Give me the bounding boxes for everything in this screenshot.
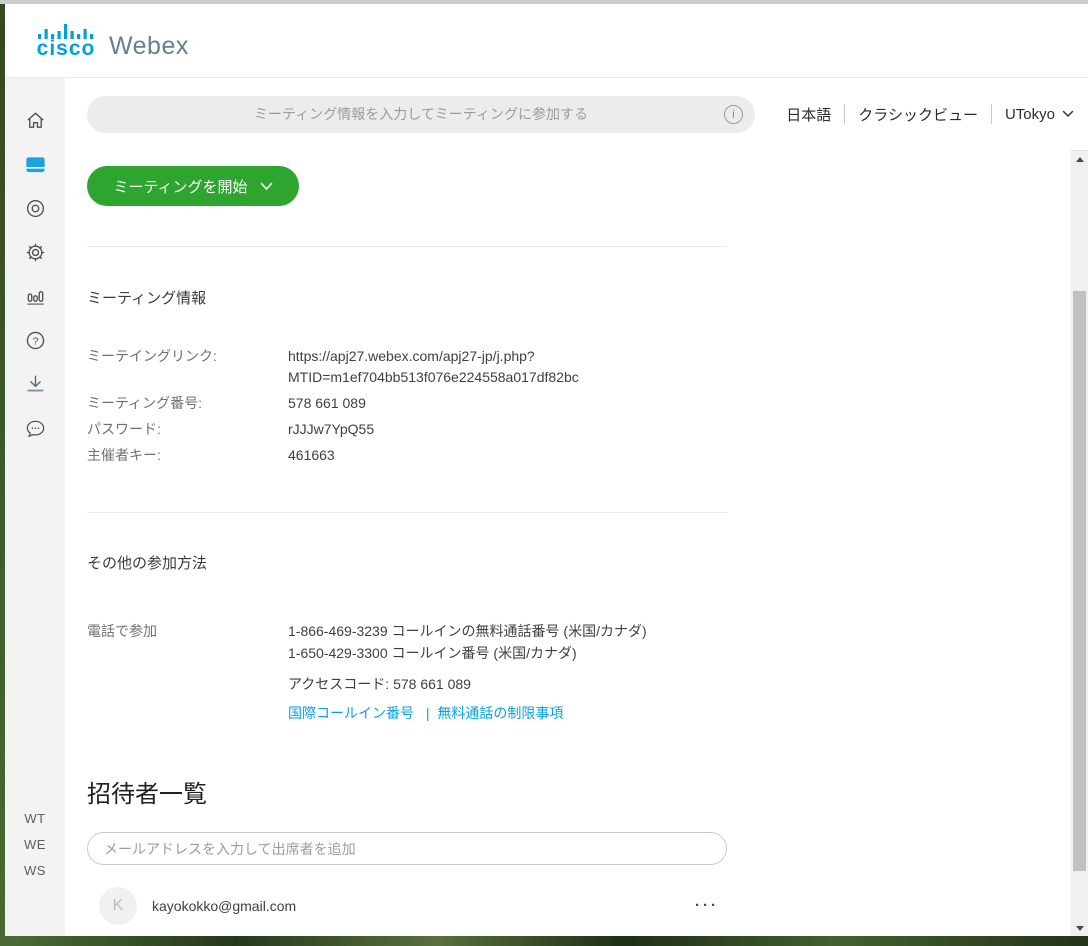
join-meeting-input[interactable] <box>87 96 755 133</box>
space-label-wt[interactable]: WT <box>24 806 46 832</box>
account-name: UTokyo <box>1005 106 1055 123</box>
meeting-link-line1[interactable]: https://apj27.webex.com/apj27-jp/j.php? <box>288 346 579 367</box>
meeting-link-label: ミーテイングリンク: <box>87 346 288 388</box>
add-attendee-input[interactable] <box>87 832 727 865</box>
meeting-number-value: 578 661 089 <box>288 393 366 414</box>
feedback-bubble-icon <box>24 417 47 440</box>
other-ways-title: その他の参加方法 <box>87 554 727 574</box>
password-label: パスワード: <box>87 419 288 440</box>
meeting-number-label: ミーティング番号: <box>87 393 288 414</box>
join-by-phone-details: 1-866-469-3239 コールインの無料通話番号 (米国/カナダ) 1-6… <box>288 620 647 724</box>
host-key-value: 461663 <box>288 445 335 466</box>
classic-view-link[interactable]: クラシックビュー <box>858 104 978 125</box>
settings-gear-icon <box>24 241 47 264</box>
divider <box>87 246 727 247</box>
help-icon: ? <box>24 329 47 352</box>
invitee-list-item: K kayokokko@gmail.com ··· <box>87 887 727 925</box>
invitee-email: kayokokko@gmail.com <box>152 898 296 914</box>
access-code: アクセスコード: 578 661 089 <box>288 673 647 695</box>
sidebar-item-help[interactable]: ? <box>13 318 57 362</box>
join-meeting-search: i <box>87 96 755 133</box>
triangle-down-icon <box>1076 926 1084 931</box>
sidebar-item-insights[interactable] <box>13 274 57 318</box>
separator <box>991 104 992 124</box>
sidebar-item-recordings[interactable] <box>13 186 57 230</box>
vertical-scrollbar[interactable] <box>1071 150 1088 936</box>
meeting-link-line2[interactable]: MTID=m1ef704bb513f076e224558a017df82bc <box>288 367 579 388</box>
triangle-up-icon <box>1076 157 1084 162</box>
sidebar-item-downloads[interactable] <box>13 362 57 406</box>
sidebar-item-feedback[interactable] <box>13 406 57 450</box>
host-key-label: 主催者キー: <box>87 445 288 466</box>
recordings-icon <box>24 197 47 220</box>
sidebar-item-home[interactable] <box>13 98 57 142</box>
chevron-down-icon <box>1062 110 1074 118</box>
invitees-title: 招待者一覧 <box>87 780 727 810</box>
account-menu[interactable]: UTokyo <box>1005 106 1074 123</box>
svg-text:?: ? <box>32 335 38 347</box>
meeting-number-row: ミーティング番号: 578 661 089 <box>87 393 727 414</box>
webex-wordmark: Webex <box>109 34 189 59</box>
scrollable-page: ミーティングを開始 ミーティング情報 ミーテイングリンク: ht <box>65 150 1088 936</box>
host-key-row: 主催者キー: 461663 <box>87 445 727 466</box>
join-by-phone-row: 電話で参加 1-866-469-3239 コールインの無料通話番号 (米国/カナ… <box>87 620 727 724</box>
toll-free-restrictions-link[interactable]: 無料通話の制限事項 <box>437 705 563 721</box>
password-row: パスワード: rJJJw7YpQ55 <box>87 419 727 440</box>
scroll-down-button[interactable] <box>1071 920 1088 936</box>
cisco-wordmark: cisco <box>37 39 96 59</box>
scrollbar-thumb[interactable] <box>1073 291 1086 871</box>
downloads-icon <box>24 373 47 396</box>
window-top-edge <box>0 0 1088 4</box>
sidebar-space-labels: WT WE WS <box>24 806 46 884</box>
start-meeting-label: ミーティングを開始 <box>113 176 247 197</box>
toll-free-number-line: 1-866-469-3239 コールインの無料通話番号 (米国/カナダ) <box>288 620 647 642</box>
cisco-webex-logo: cisco Webex <box>36 23 189 59</box>
link-separator: | <box>426 705 430 721</box>
invitee-more-menu-icon[interactable]: ··· <box>695 901 719 911</box>
sidebar-item-meetings[interactable] <box>13 142 57 186</box>
info-icon[interactable]: i <box>724 105 743 124</box>
start-meeting-button[interactable]: ミーティングを開始 <box>87 166 299 206</box>
main-content: i 日本語 クラシックビュー UTokyo <box>65 78 1088 936</box>
app-header: cisco Webex <box>5 4 1088 78</box>
language-link[interactable]: 日本語 <box>786 104 831 125</box>
meeting-info-rows: ミーテイングリンク: https://apj27.webex.com/apj27… <box>87 346 727 466</box>
space-label-ws[interactable]: WS <box>24 858 46 884</box>
meeting-link-value: https://apj27.webex.com/apj27-jp/j.php? … <box>288 346 579 388</box>
call-in-links: 国際コールイン番号 | 無料通話の制限事項 <box>288 702 647 724</box>
page-body: ミーティングを開始 ミーティング情報 ミーテイングリンク: ht <box>65 150 1071 936</box>
home-icon <box>24 109 47 132</box>
left-nav-sidebar: ? WT WE WS <box>5 78 65 936</box>
webex-app-window: cisco Webex <box>5 4 1088 936</box>
space-label-we[interactable]: WE <box>24 832 46 858</box>
password-value: rJJJw7YpQ55 <box>288 419 374 440</box>
scroll-up-button[interactable] <box>1071 151 1088 167</box>
content-topbar: i 日本語 クラシックビュー UTokyo <box>65 78 1088 150</box>
sidebar-item-settings[interactable] <box>13 230 57 274</box>
toll-number-line: 1-650-429-3300 コールイン番号 (米国/カナダ) <box>288 642 647 664</box>
separator <box>844 104 845 124</box>
meetings-calendar-icon <box>24 153 47 176</box>
global-call-in-link[interactable]: 国際コールイン番号 <box>288 705 414 721</box>
chevron-down-icon <box>260 182 273 191</box>
meeting-link-row: ミーテイングリンク: https://apj27.webex.com/apj27… <box>87 346 727 388</box>
cisco-logo: cisco <box>36 23 96 59</box>
divider <box>87 512 727 513</box>
avatar: K <box>99 887 137 925</box>
topbar-links: 日本語 クラシックビュー UTokyo <box>786 104 1074 125</box>
join-by-phone-label: 電話で参加 <box>87 620 288 724</box>
insights-chart-icon <box>24 285 47 308</box>
meeting-info-title: ミーティング情報 <box>87 289 727 309</box>
